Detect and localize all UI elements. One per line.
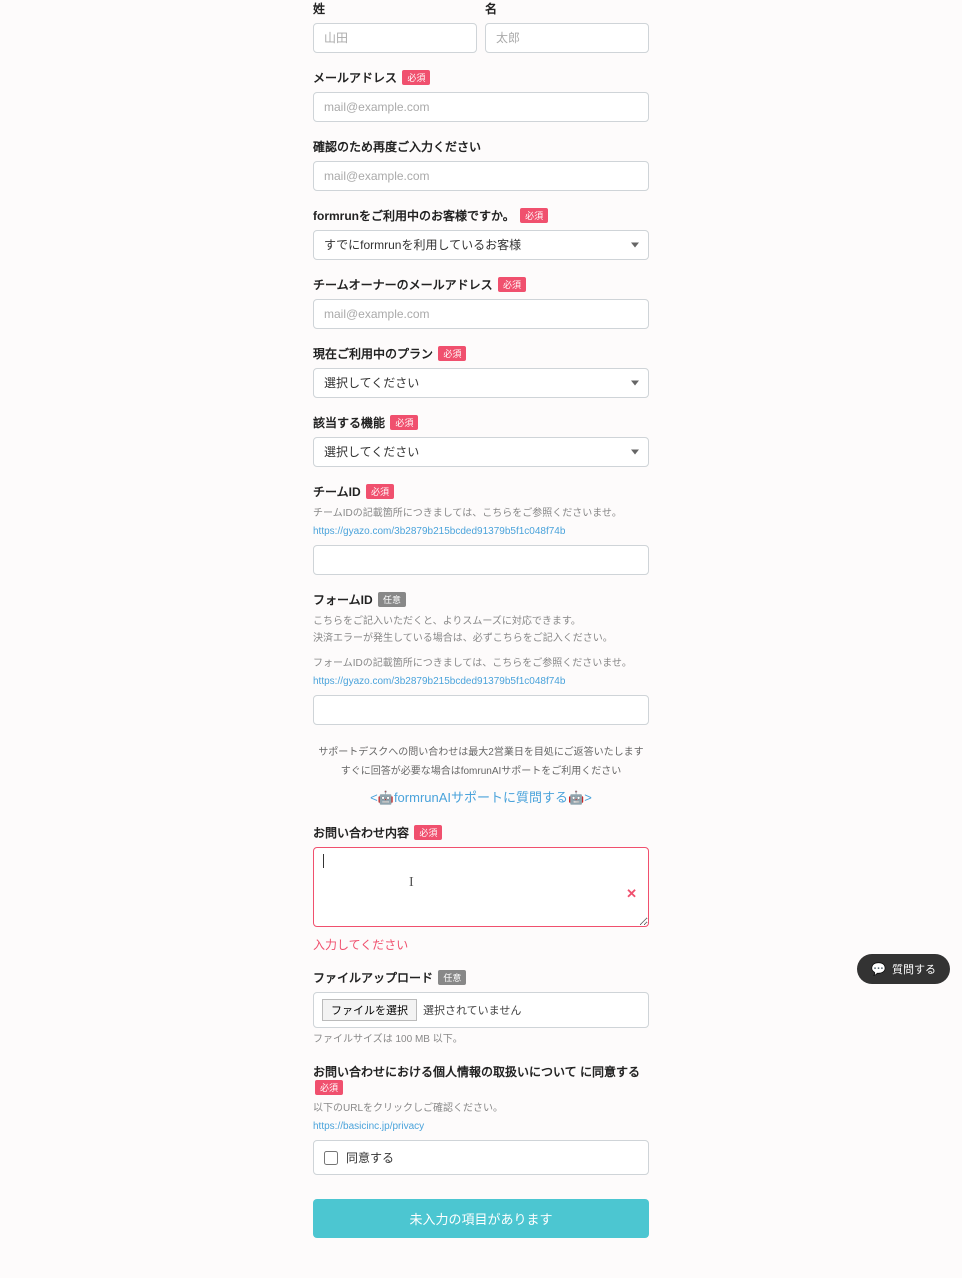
privacy-help: 以下のURLをクリックしご確認ください。 (313, 1101, 649, 1116)
privacy-checkbox[interactable] (324, 1151, 338, 1165)
form-id-help3: フォームIDの記載箇所につきましては、こちらをご参照くださいませ。 (313, 656, 649, 671)
file-status: 選択されていません (423, 1002, 521, 1018)
ai-support-link[interactable]: <🤖formrunAIサポートに質問する🤖> (370, 790, 592, 805)
team-id-input[interactable] (313, 545, 649, 575)
feature-select[interactable]: 選択してください (313, 437, 649, 467)
first-name-label: 名 (485, 0, 649, 17)
required-badge: 必須 (498, 277, 526, 292)
plan-select[interactable]: 選択してください (313, 368, 649, 398)
required-badge: 必須 (520, 208, 548, 223)
form-id-help-link[interactable]: https://gyazo.com/3b2879b215bcded91379b5… (313, 676, 565, 687)
form-id-label: フォームID 任意 (313, 591, 649, 608)
optional-badge: 任意 (378, 592, 406, 607)
file-label: ファイルアップロード 任意 (313, 969, 649, 986)
email-label: メールアドレス 必須 (313, 69, 649, 86)
form-id-help1: こちらをご記入いただくと、よりスムーズに対応できます。 (313, 614, 649, 629)
owner-email-input[interactable] (313, 299, 649, 329)
first-name-input[interactable] (485, 23, 649, 53)
support-line1: サポートデスクへの問い合わせは最大2営業日を目処にご返答いたします (313, 743, 649, 758)
email-confirm-input[interactable] (313, 161, 649, 191)
plan-label: 現在ご利用中のプラン 必須 (313, 345, 649, 362)
optional-badge: 任意 (438, 970, 466, 985)
email-input[interactable] (313, 92, 649, 122)
required-badge: 必須 (402, 70, 430, 85)
file-note: ファイルサイズは 100 MB 以下。 (313, 1032, 649, 1047)
team-id-help-link[interactable]: https://gyazo.com/3b2879b215bcded91379b5… (313, 526, 565, 537)
inquiry-label: お問い合わせ内容 必須 (313, 824, 649, 841)
submit-button[interactable]: 未入力の項目があります (313, 1199, 649, 1238)
email-confirm-label: 確認のため再度ご入力ください (313, 138, 649, 155)
support-line2: すぐに回答が必要な場合はfomrunAIサポートをご利用ください (313, 762, 649, 777)
last-name-input[interactable] (313, 23, 477, 53)
required-badge: 必須 (390, 415, 418, 430)
customer-status-label: formrunをご利用中のお客様ですか。 必須 (313, 207, 649, 224)
file-select-button[interactable]: ファイルを選択 (322, 999, 417, 1021)
last-name-label: 姓 (313, 0, 477, 17)
form-id-help2: 決済エラーが発生している場合は、必ずこちらをご記入ください。 (313, 631, 649, 646)
owner-email-label: チームオーナーのメールアドレス 必須 (313, 276, 649, 293)
team-id-help: チームIDの記載箇所につきましては、こちらをご参照くださいませ。 (313, 506, 649, 521)
customer-status-select[interactable]: すでにformrunを利用しているお客様 (313, 230, 649, 260)
error-x-icon: ✕ (626, 886, 637, 902)
chat-widget[interactable]: 💬 質問する (857, 954, 950, 984)
privacy-checkbox-label: 同意する (346, 1149, 394, 1166)
feature-label: 該当する機能 必須 (313, 414, 649, 431)
required-badge: 必須 (315, 1080, 343, 1095)
privacy-link[interactable]: https://basicinc.jp/privacy (313, 1121, 424, 1132)
chat-icon: 💬 (871, 962, 886, 976)
inquiry-error: 入力してください (313, 936, 649, 953)
required-badge: 必須 (414, 825, 442, 840)
privacy-label: お問い合わせにおける個人情報の取扱いについて に同意する 必須 (313, 1063, 649, 1095)
form-id-input[interactable] (313, 695, 649, 725)
required-badge: 必須 (366, 484, 394, 499)
chat-label: 質問する (892, 961, 936, 977)
inquiry-textarea[interactable] (313, 847, 649, 927)
team-id-label: チームID 必須 (313, 483, 649, 500)
required-badge: 必須 (438, 346, 466, 361)
